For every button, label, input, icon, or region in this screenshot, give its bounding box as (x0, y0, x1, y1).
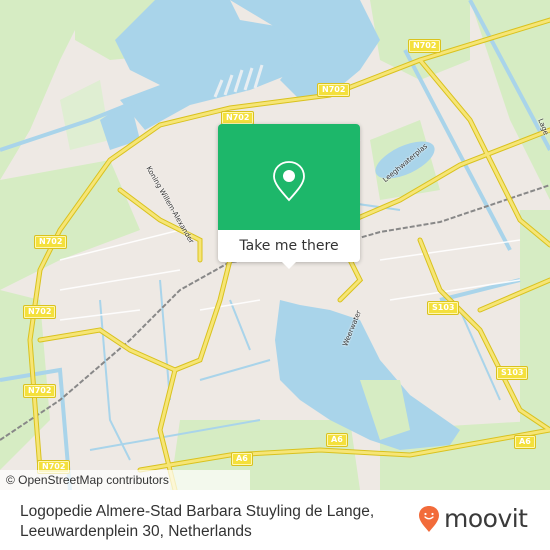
address-line-2: Leeuwardenplein 30, Netherlands (20, 523, 252, 540)
attribution-text: © OpenStreetMap contributors (6, 473, 169, 487)
road-shield-n702: N702 (222, 112, 254, 124)
moovit-wordmark: moovit (444, 504, 528, 533)
footer: Logopedie Almere-Stad Barbara Stuyling d… (0, 490, 550, 550)
location-popup[interactable]: Take me there (218, 124, 360, 269)
popup-header (218, 124, 360, 230)
road-shield-n702: N702 (24, 385, 56, 397)
road-shield-a6: A6 (327, 434, 347, 446)
map-view[interactable]: N702 N702 N702 N702 N702 N702 N702 S103 … (0, 0, 550, 490)
road-shield-s103: S103 (428, 302, 459, 314)
take-me-there-label: Take me there (239, 238, 339, 254)
road-shield-s103: S103 (497, 367, 528, 379)
popup-pointer (280, 260, 298, 269)
moovit-pin-icon (419, 506, 439, 532)
address-line-1: Logopedie Almere-Stad Barbara Stuyling d… (20, 503, 375, 520)
road-shield-n702: N702 (409, 40, 441, 52)
map-attribution[interactable]: © OpenStreetMap contributors (0, 470, 250, 490)
road-shield-a6: A6 (232, 453, 252, 465)
moovit-logo[interactable]: moovit (418, 504, 528, 534)
road-shield-n702: N702 (35, 236, 67, 248)
road-shield-n702: N702 (318, 84, 350, 96)
road-shield-a6: A6 (515, 436, 535, 448)
take-me-there-button[interactable]: Take me there (218, 230, 360, 262)
road-shield-n702: N702 (24, 306, 56, 318)
place-address: Logopedie Almere-Stad Barbara Stuyling d… (20, 502, 400, 542)
location-pin-icon (273, 161, 305, 202)
